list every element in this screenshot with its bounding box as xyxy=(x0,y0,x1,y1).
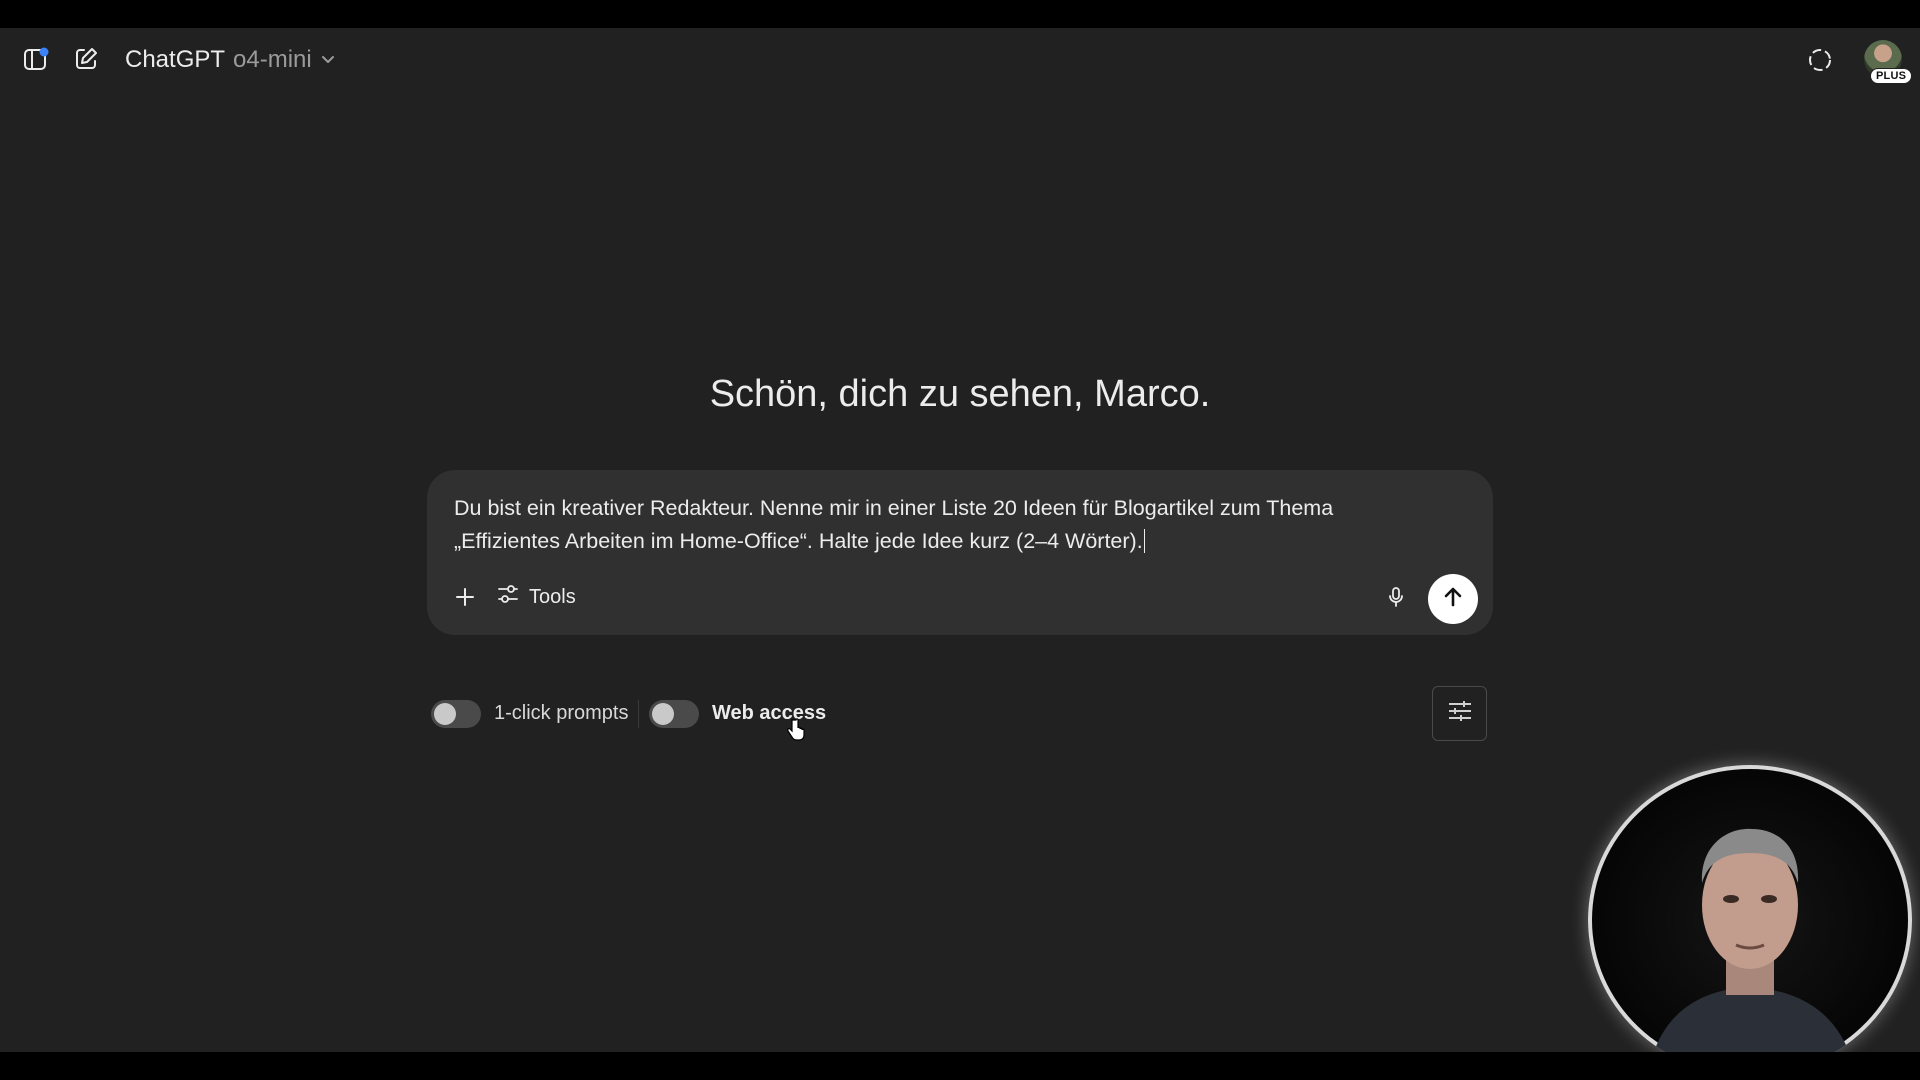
voice-input-button[interactable] xyxy=(1378,579,1414,615)
temporary-chat-button[interactable] xyxy=(1802,42,1838,78)
prompt-settings-button[interactable] xyxy=(1432,686,1487,741)
web-access-toggle[interactable] xyxy=(649,700,699,728)
sliders-icon xyxy=(497,583,519,611)
sidebar-toggle-button[interactable] xyxy=(18,41,54,77)
arrow-up-icon xyxy=(1441,585,1465,614)
prompt-line-2: „Effizientes Arbeiten im Home-Office“. H… xyxy=(454,529,1143,553)
add-attachment-button[interactable] xyxy=(447,579,483,615)
plan-badge: PLUS xyxy=(1870,68,1913,84)
presenter-silhouette xyxy=(1648,828,1856,1075)
tools-button[interactable]: Tools xyxy=(497,581,576,613)
plus-icon xyxy=(453,585,477,609)
text-caret xyxy=(1143,529,1146,553)
model-name: o4-mini xyxy=(233,46,312,73)
dashed-circle-icon xyxy=(1807,47,1833,73)
prompt-line-1: Du bist ein kreativer Redakteur. Nenne m… xyxy=(454,496,1334,520)
chatgpt-window: ChatGPT o4-mini PLUS Schön, dich zu sehe… xyxy=(0,28,1920,1075)
greeting-heading: Schön, dich zu sehen, Marco. xyxy=(709,373,1211,415)
options-row: 1-click prompts Web access xyxy=(431,686,1489,742)
new-chat-button[interactable] xyxy=(68,41,104,77)
microphone-icon xyxy=(1384,585,1408,609)
web-access-label: Web access xyxy=(712,702,827,724)
prompt-composer: Du bist ein kreativer Redakteur. Nenne m… xyxy=(427,470,1493,635)
letterbox-bar xyxy=(0,1052,1920,1080)
one-click-prompts-toggle[interactable] xyxy=(431,700,481,728)
one-click-prompts-label: 1-click prompts xyxy=(494,702,629,724)
options-divider xyxy=(638,700,639,728)
top-bar: ChatGPT o4-mini PLUS xyxy=(0,28,1920,92)
prompt-input[interactable]: Du bist ein kreativer Redakteur. Nenne m… xyxy=(454,492,1414,558)
webcam-overlay xyxy=(1588,765,1912,1075)
send-button[interactable] xyxy=(1428,574,1478,624)
chevron-down-icon xyxy=(320,46,336,74)
app-name: ChatGPT xyxy=(125,46,226,73)
model-selector[interactable]: ChatGPT o4-mini xyxy=(125,44,336,76)
sidebar-icon xyxy=(22,45,50,73)
settings-sliders-icon xyxy=(1446,697,1474,730)
hand-cursor-icon xyxy=(786,718,806,747)
edit-icon xyxy=(73,46,99,72)
tools-label: Tools xyxy=(529,585,576,608)
